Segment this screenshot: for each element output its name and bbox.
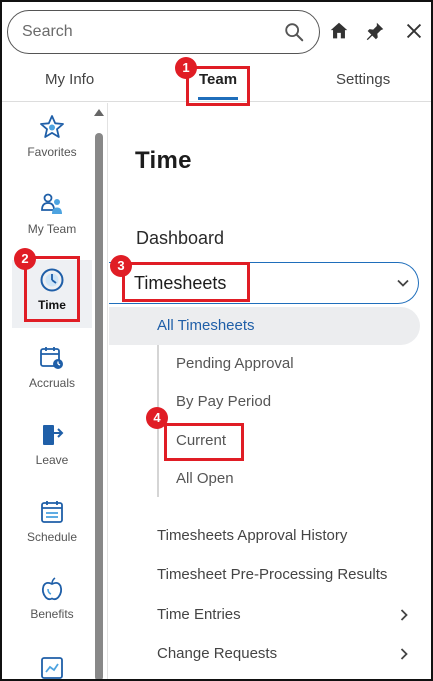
- highlight-box-timesheets: [122, 262, 250, 302]
- sidebar-item-leave[interactable]: Leave: [12, 415, 92, 483]
- sidebar-item-label: My Team: [27, 222, 77, 236]
- chevron-right-icon[interactable]: [397, 647, 411, 661]
- nav-time-entries[interactable]: Time Entries: [157, 606, 241, 623]
- highlight-box-current: [164, 423, 244, 461]
- sidebar-item-my-team[interactable]: My Team: [12, 184, 92, 252]
- calendar-clock-icon: [40, 347, 63, 369]
- scroll-thumb[interactable]: [95, 133, 103, 679]
- pin-icon[interactable]: [364, 20, 386, 42]
- sidebar-item-schedule[interactable]: Schedule: [12, 492, 92, 560]
- sidebar-item-label: Accruals: [28, 376, 75, 390]
- exit-door-icon: [43, 425, 64, 445]
- chevron-right-icon[interactable]: [397, 608, 411, 622]
- search-input[interactable]: Search: [22, 23, 73, 41]
- sidebar-item-accruals[interactable]: Accruals: [12, 338, 92, 406]
- close-icon[interactable]: [403, 20, 425, 42]
- schedule-icon: [41, 501, 63, 523]
- home-icon[interactable]: [328, 20, 350, 42]
- sidebar-item-label: Schedule: [26, 530, 78, 544]
- sidebar-item-label: Favorites: [27, 145, 77, 159]
- sidebar-item-more[interactable]: [12, 648, 92, 679]
- step-badge-3: 3: [110, 255, 132, 277]
- sidebar-item-benefits[interactable]: Benefits: [12, 569, 92, 637]
- team-icon: [41, 193, 62, 214]
- app-window: Search My Info Team Settings Favorites M…: [0, 0, 433, 681]
- sidebar-scrollbar[interactable]: [94, 109, 104, 679]
- sidebar: Favorites My Team Time Accruals Leave Sc…: [2, 103, 108, 679]
- search-icon[interactable]: [283, 21, 305, 43]
- sidebar-item-favorites[interactable]: Favorites: [12, 107, 92, 175]
- nav-dashboard[interactable]: Dashboard: [136, 228, 224, 249]
- scroll-up-arrow[interactable]: [94, 109, 104, 116]
- nav-by-pay-period[interactable]: By Pay Period: [176, 393, 271, 410]
- step-badge-1: 1: [175, 57, 197, 79]
- sidebar-item-label: Leave: [35, 453, 69, 467]
- search-bar[interactable]: Search: [7, 10, 320, 54]
- chevron-down-icon[interactable]: [396, 276, 410, 290]
- star-icon: [40, 115, 64, 138]
- time-menu-panel: Time Dashboard Timesheets All Timesheets…: [109, 103, 431, 679]
- page-title: Time: [135, 147, 192, 174]
- tab-my-info[interactable]: My Info: [45, 71, 94, 88]
- all-timesheets-label: All Timesheets: [157, 317, 255, 334]
- sidebar-item-label: Benefits: [30, 607, 74, 621]
- nav-all-timesheets[interactable]: All Timesheets: [109, 307, 420, 345]
- nav-timesheets-approval-history[interactable]: Timesheets Approval History: [157, 527, 347, 544]
- tab-settings[interactable]: Settings: [336, 71, 390, 88]
- nav-change-requests[interactable]: Change Requests: [157, 645, 277, 662]
- chart-board-icon: [41, 657, 63, 679]
- step-badge-4: 4: [146, 407, 168, 429]
- apple-icon: [41, 577, 63, 601]
- nav-timesheet-pre-processing-results[interactable]: Timesheet Pre-Processing Results: [157, 566, 387, 583]
- nav-pending-approval[interactable]: Pending Approval: [176, 355, 294, 372]
- nav-all-open[interactable]: All Open: [176, 470, 234, 487]
- step-badge-2: 2: [14, 248, 36, 270]
